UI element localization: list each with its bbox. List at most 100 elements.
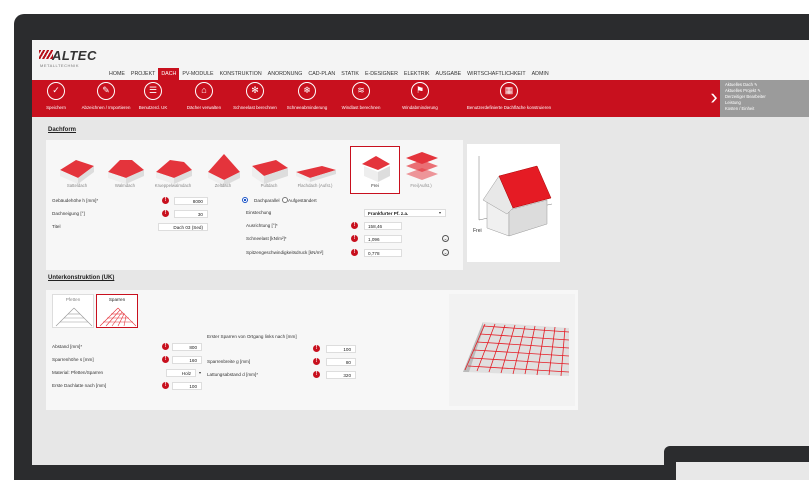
uk-tab-sparren[interactable]: Sparren [96,294,138,328]
roof-type-pultdach[interactable]: Pultdach [246,148,292,192]
roof-type-walmdach[interactable]: Walmdach [102,148,148,192]
dach-right-label-0: Einstechung [246,210,272,215]
roof-type-flachdach-aufst-[interactable]: Flachdach (Aufst.) [292,148,338,192]
ribbon-button-5[interactable]: ❄ Schneeabminderung [279,82,335,116]
ribbon-button-6[interactable]: ≋ Windlast berechnen [335,82,387,116]
roof-type-frei[interactable]: Frei [350,146,400,194]
rafter-3d-icon [463,322,570,377]
menu-item-wirtschaftlichkeit[interactable]: WIRTSCHAFTLICHKEIT [464,68,528,80]
ribbon-next-chevron-icon[interactable]: › [709,80,719,117]
info-icon[interactable]: ! [313,358,320,365]
ribbon-button-7[interactable]: ⚑ Windabminderung [389,82,451,116]
ribbon-label-3: Dächer verwalten [186,105,222,110]
menu-item-admin[interactable]: ADMIN [529,68,552,80]
menu-item-elektrik[interactable]: ELEKTRIK [401,68,433,80]
roof-3d-icon [478,156,553,237]
roof-preview: Frei [467,144,560,262]
info-icon[interactable]: ! [162,356,169,363]
roof-type-satteldach[interactable]: Satteldach [54,148,100,192]
menu-item-ausgabe[interactable]: AUSGABE [433,68,465,80]
radio-dachparallel-icon[interactable] [242,197,248,203]
roof-label: Flachdach (Aufst.) [297,183,333,188]
ribbon-icon-2: ☰ [144,82,162,100]
dachform-panel: Satteldach Walmdach Krueppelwalmdach Zeltda… [46,140,463,270]
info-icon[interactable]: ! [313,371,320,378]
app-window: ALTEC METALLTECHNIK HOME PROJEKT DACH PV-MO… [32,40,809,465]
ribbon-toolbar: ✓ Speichern ✎ Abzeichnen / Importieren ☰ Benu… [32,80,720,117]
dach-right-input-3[interactable]: 0,778 [364,249,402,257]
menu-item-home[interactable]: HOME [106,68,128,80]
ribbon-icon-5: ❄ [298,82,316,100]
roof-0-icon [60,160,94,184]
material-select[interactable]: Holz [166,369,196,377]
info-line-4[interactable]: Kosten / Einheit [725,106,804,112]
menu-item-anordnung[interactable]: ANORDNUNG [265,68,306,80]
uk-field-input-1[interactable]: 160 [172,356,202,364]
info-icon[interactable]: ! [351,222,358,229]
calc-arrow-icon[interactable]: ⌄ [442,249,449,256]
info-icon[interactable]: ! [162,382,169,389]
roof-type-krueppelwalmdach[interactable]: Krueppelwalmdach [150,148,196,192]
logo-brand: ALTEC [52,48,97,63]
dach-right-input-2[interactable]: 1,096 [364,235,402,243]
calc-arrow-icon[interactable]: ⌄ [442,235,449,242]
radio-aufgestaendert[interactable]: Aufgeständert [288,198,317,203]
uk-tab-pfetten[interactable]: Pfetten [52,294,94,328]
einstechung-select[interactable]: Frankfurter Pf. z.a. [364,209,446,217]
ribbon-label-7: Windabminderung [402,105,438,110]
uk-tab-label: Sparren [108,297,126,302]
menu-item-statik[interactable]: STATIK [338,68,362,80]
ribbon-button-8[interactable]: ▦ Benutzerdefinierte Dachfläche konstruie… [454,82,564,116]
menu-item-pv-module[interactable]: PV-MODULE [179,68,216,80]
ribbon-label-6: Windlast berechnen [341,105,381,110]
radio-dachparallel[interactable]: Dachparallel [248,198,280,203]
uk-panel: Pfetten Sparren Abstand [mm]*! 800 Sparrenh… [46,290,578,410]
uk-field-input-0[interactable]: 800 [172,343,202,351]
dach-field-input-2[interactable]: Dach 03 (Sed) [158,223,208,231]
ribbon-button-3[interactable]: ⌂ Dächer verwalten [178,82,230,116]
uk-mid-input-0[interactable]: 100 [326,345,356,353]
dach-field-input-0[interactable]: 8000 [174,197,208,205]
ribbon-button-1[interactable]: ✎ Abzeichnen / Importieren [81,82,131,116]
uk-field-label-1: Sparrenhöhe s [mm] [52,357,94,362]
chevron-down-icon[interactable]: ▾ [199,370,201,375]
dach-right-input-1[interactable]: 158,46 [364,222,402,230]
info-icon[interactable]: ! [351,235,358,242]
info-icon[interactable]: ! [162,210,169,217]
info-icon[interactable]: ! [162,343,169,350]
info-icon[interactable]: ! [162,197,169,204]
dach-field-input-1[interactable]: 30 [174,210,208,218]
info-icon[interactable]: ! [313,345,320,352]
ribbon-icon-8: ▦ [500,82,518,100]
dach-field-label-1: Dachneigung [°] [52,211,85,216]
ribbon-label-5: Schneeabminderung [286,105,328,110]
chevron-down-icon[interactable]: ▾ [439,210,441,215]
logo-stripes [39,50,53,59]
rafter-preview [449,294,575,406]
menu-item-dach[interactable]: DACH [158,68,180,80]
rafter-icon [99,307,137,327]
ribbon-button-0[interactable]: ✓ Speichern [34,82,78,116]
info-panel: Aktuelles Dach ✎ Aktuelles Projekt ✎ Derze… [720,80,809,117]
uk-mid-input-2[interactable]: 320 [326,371,356,379]
ribbon-button-4[interactable]: ✻ Schneelast berechnen [232,82,278,116]
menu-item-projekt[interactable]: PROJEKT [128,68,158,80]
ribbon-label-8: Benutzerdefinierte Dachfläche konstruier… [466,105,552,110]
roof-4-icon [252,160,288,184]
roof-type-frei-aufst-[interactable]: Frei(Aufst.) [398,148,444,192]
menu-item-cad-plan[interactable]: CAD-PLAN [305,68,338,80]
second-device-screen [676,462,809,480]
info-icon[interactable]: ! [351,249,358,256]
menu-item-e-designer[interactable]: E-DESIGNER [362,68,401,80]
roof-type-zeltdach[interactable]: Zeltdach [200,148,246,192]
dach-field-label-0: Gebäudehöhe h [mm]* [52,198,99,203]
uk-field-input-3[interactable]: 100 [172,382,202,390]
dachform-title: Dachform [48,127,77,133]
ribbon-label-2: Benutzerd. UK [138,105,168,110]
uk-field-label-2: Material: Pfetten/Sparren [52,370,104,375]
menu-item-konstruktion[interactable]: KONSTRUKTION [217,68,265,80]
ribbon-button-2[interactable]: ☰ Benutzerd. UK [132,82,174,116]
uk-mid-input-1[interactable]: 80 [326,358,356,366]
roof-2-icon [156,160,192,184]
ribbon-label-4: Schneelast berechnen [233,105,277,110]
